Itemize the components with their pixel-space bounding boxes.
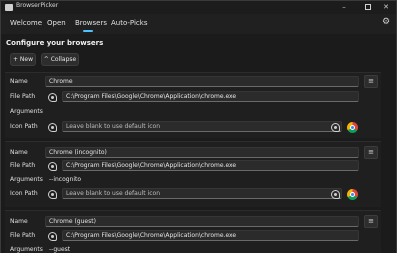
window-title: BrowserPicker: [16, 2, 59, 9]
new-browser-button[interactable]: + New: [10, 53, 36, 66]
maximize-icon: [365, 4, 371, 10]
arguments-label: Arguments: [10, 108, 43, 115]
minimize-icon: –: [342, 3, 346, 11]
file-path-label: File Path: [10, 93, 36, 100]
file-path-label: File Path: [10, 232, 36, 239]
file-path-label: File Path: [10, 162, 36, 169]
browse-icon-file-icon[interactable]: [48, 123, 57, 132]
icon-path-label: Icon Path: [10, 190, 38, 197]
arguments-field[interactable]: [45, 106, 359, 117]
tab-auto-picks[interactable]: Auto-Picks: [111, 19, 147, 27]
title-bar[interactable]: BrowserPicker – ✕: [1, 1, 396, 14]
chrome-icon: [347, 122, 358, 133]
gear-icon[interactable]: ⚙: [382, 18, 390, 27]
name-label: Name: [10, 78, 28, 85]
name-field[interactable]: Chrome (guest): [45, 216, 359, 227]
app-logo-icon: [5, 4, 13, 11]
icon-path-field[interactable]: Leave blank to use default icon: [62, 188, 342, 199]
browser-menu-button[interactable]: ≡: [364, 215, 378, 228]
page-title: Configure your browsers: [6, 39, 104, 47]
browse-file-icon[interactable]: [48, 232, 57, 241]
chrome-icon: [347, 189, 358, 200]
active-tab-indicator: [83, 30, 93, 32]
browser-card-chrome-guest: Name Chrome (guest) ≡ File Path C:\Progr…: [5, 210, 381, 253]
browser-card-chrome-incognito: Name Chrome (incognito) ≡ File Path C:\P…: [5, 141, 381, 207]
name-label: Name: [10, 149, 28, 156]
arguments-field[interactable]: --guest: [45, 244, 359, 253]
file-path-field[interactable]: C:\Program Files\Google\Chrome\Applicati…: [62, 230, 359, 241]
app-window: BrowserPicker – ✕ Welcome Open Browsers …: [0, 0, 397, 253]
arguments-label: Arguments: [10, 176, 43, 183]
close-icon: ✕: [383, 3, 389, 11]
name-field[interactable]: Chrome: [45, 76, 359, 87]
tab-open[interactable]: Open: [47, 19, 66, 27]
minimize-button[interactable]: –: [332, 1, 356, 14]
arguments-field[interactable]: --incognito: [45, 174, 359, 185]
icon-path-field[interactable]: Leave blank to use default icon: [62, 121, 342, 132]
browser-menu-button[interactable]: ≡: [364, 75, 378, 88]
collapse-button[interactable]: ^ Collapse: [41, 53, 79, 66]
browser-menu-button[interactable]: ≡: [364, 146, 378, 159]
browsers-page: Configure your browsers + New ^ Collapse…: [1, 34, 396, 253]
file-path-field[interactable]: C:\Program Files\Google\Chrome\Applicati…: [62, 91, 359, 102]
nav-bar: Welcome Open Browsers Auto-Picks: [1, 14, 396, 34]
tab-browsers[interactable]: Browsers: [75, 19, 107, 27]
pick-icon-icon[interactable]: [331, 190, 340, 199]
pick-icon-icon[interactable]: [331, 123, 340, 132]
name-field[interactable]: Chrome (incognito): [45, 147, 359, 158]
browse-file-icon[interactable]: [48, 162, 57, 171]
name-label: Name: [10, 218, 28, 225]
file-path-field[interactable]: C:\Program Files\Google\Chrome\Applicati…: [62, 160, 359, 171]
arguments-label: Arguments: [10, 246, 43, 253]
browse-file-icon[interactable]: [48, 93, 57, 102]
close-button[interactable]: ✕: [374, 1, 397, 14]
icon-path-label: Icon Path: [10, 123, 38, 130]
browse-icon-file-icon[interactable]: [48, 190, 57, 199]
browser-card-chrome: Name Chrome ≡ File Path C:\Program Files…: [5, 72, 381, 138]
tab-welcome[interactable]: Welcome: [10, 19, 42, 27]
